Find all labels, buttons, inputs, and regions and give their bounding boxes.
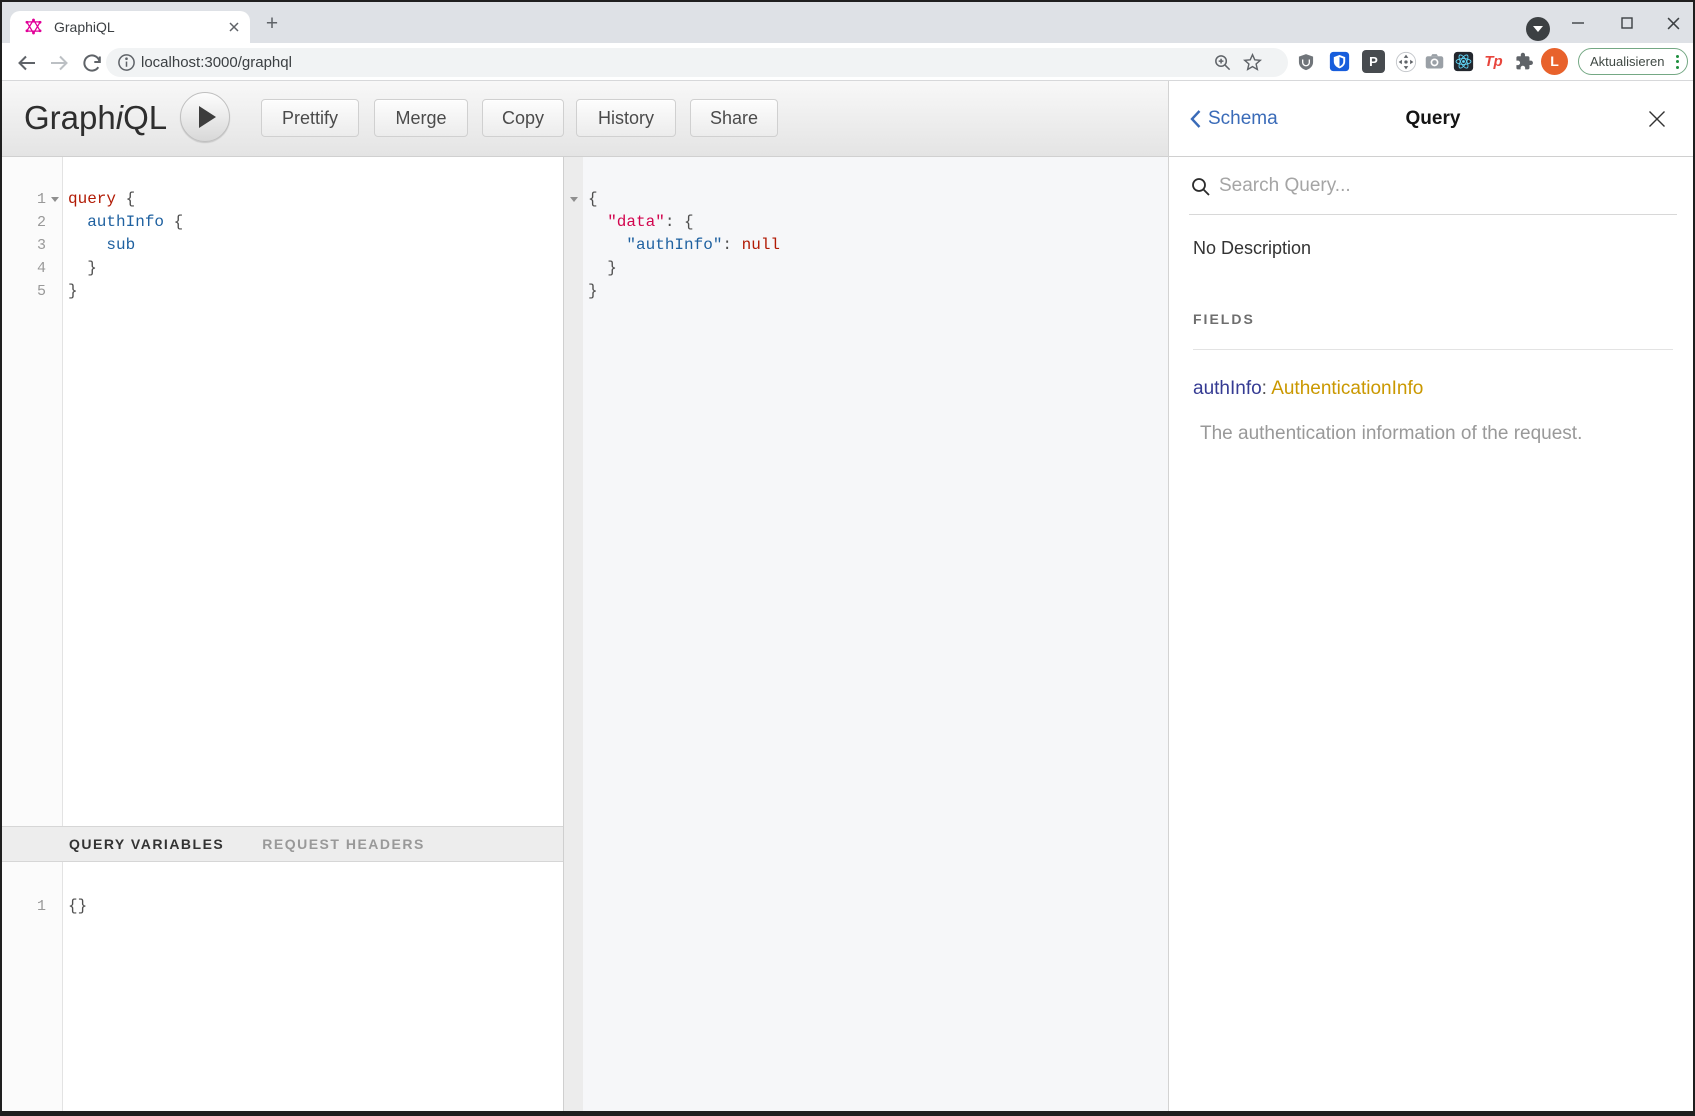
graphiql-logo: GraphiQL <box>24 81 167 155</box>
doc-search-row <box>1189 157 1677 215</box>
code-line: } <box>583 280 1168 303</box>
line-number: 5 <box>2 280 46 303</box>
pane-divider[interactable] <box>563 157 583 1113</box>
code-line: 5} <box>2 280 563 303</box>
field-description: The authentication information of the re… <box>1193 421 1673 446</box>
search-icon <box>1191 177 1211 197</box>
window-minimize-button[interactable] <box>1561 10 1595 36</box>
code-line: "data": { <box>583 211 1168 234</box>
type-name-link[interactable]: AuthenticationInfo <box>1271 378 1423 399</box>
update-browser-button[interactable]: Aktualisieren <box>1578 48 1688 75</box>
copy-button[interactable]: Copy <box>482 99 564 137</box>
line-number: 2 <box>2 211 46 234</box>
code-line: 2 authInfo { <box>2 211 563 234</box>
share-button[interactable]: Share <box>690 99 778 137</box>
execute-query-button[interactable] <box>180 92 230 142</box>
prettify-button[interactable]: Prettify <box>261 99 359 137</box>
url-text[interactable]: localhost:3000/graphql <box>141 48 292 77</box>
window-close-button[interactable] <box>1656 10 1690 36</box>
browser-toolbar: localhost:3000/graphql P Tp L Aktuali <box>2 43 1693 81</box>
ublock-extension-icon[interactable] <box>1294 50 1317 73</box>
history-button[interactable]: History <box>576 99 676 137</box>
field-name-link[interactable]: authInfo <box>1193 378 1262 399</box>
line-number: 4 <box>2 257 46 280</box>
code-line: "authInfo": null <box>583 234 1168 257</box>
tab-title: GraphiQL <box>54 19 115 35</box>
move-extension-icon[interactable] <box>1394 50 1417 73</box>
tab-close-icon[interactable] <box>228 21 240 33</box>
browser-window: GraphiQL + <box>0 0 1695 1116</box>
tab-strip: GraphiQL + <box>2 2 1693 43</box>
line-number: 1 <box>2 188 46 211</box>
page-info-icon[interactable] <box>117 53 136 72</box>
code-line: 1{} <box>2 895 563 918</box>
address-bar[interactable]: localhost:3000/graphql <box>106 48 1288 77</box>
result-viewer: { "data": { "authInfo": null }} <box>583 157 1168 1113</box>
bitwarden-extension-icon[interactable] <box>1328 50 1351 73</box>
doc-search-input[interactable] <box>1219 171 1649 201</box>
doc-close-icon[interactable] <box>1647 109 1667 129</box>
fold-column <box>46 234 63 257</box>
graphql-favicon-icon <box>25 18 42 35</box>
graphiql-topbar: GraphiQL Prettify Merge Copy History Sha… <box>2 81 1168 157</box>
code-line: { <box>583 188 1168 211</box>
code-line: 1query { <box>2 188 563 211</box>
forward-button[interactable] <box>47 51 71 75</box>
variables-section-bar: QUERY VARIABLES REQUEST HEADERS <box>2 826 563 862</box>
window-maximize-button[interactable] <box>1610 10 1644 36</box>
line-number: 1 <box>2 895 46 918</box>
merge-button[interactable]: Merge <box>374 99 468 137</box>
doc-explorer-title: Query <box>1169 81 1695 157</box>
browser-menu-icon[interactable] <box>1676 55 1679 69</box>
fields-divider <box>1193 349 1673 350</box>
play-icon <box>199 106 216 128</box>
tp-extension-icon[interactable]: Tp <box>1482 50 1505 73</box>
fold-column <box>46 257 63 280</box>
fold-icon[interactable] <box>46 188 63 211</box>
code-line: } <box>583 257 1168 280</box>
p-extension-icon[interactable]: P <box>1362 50 1385 73</box>
result-fold-icon[interactable] <box>570 197 578 202</box>
back-button[interactable] <box>15 51 39 75</box>
doc-explorer: Schema Query No Description FIELDS authI… <box>1168 81 1695 1113</box>
download-status-icon[interactable] <box>1526 17 1550 41</box>
fold-column <box>46 280 63 303</box>
doc-explorer-header: Schema Query <box>1169 81 1695 157</box>
line-number: 3 <box>2 234 46 257</box>
new-tab-button[interactable]: + <box>262 14 282 34</box>
fields-heading: FIELDS <box>1193 311 1673 327</box>
type-description: No Description <box>1193 236 1673 260</box>
tab-query-variables[interactable]: QUERY VARIABLES <box>69 836 224 852</box>
code-line: 4 } <box>2 257 563 280</box>
update-button-label: Aktualisieren <box>1590 54 1674 69</box>
camera-extension-icon[interactable] <box>1423 50 1446 73</box>
field-item: authInfo: AuthenticationInfo <box>1193 376 1673 401</box>
extensions-puzzle-icon[interactable] <box>1512 50 1535 73</box>
doc-explorer-contents: No Description FIELDS authInfo: Authenti… <box>1169 236 1695 446</box>
fold-column <box>46 211 63 234</box>
profile-avatar[interactable]: L <box>1541 48 1568 75</box>
reload-button[interactable] <box>80 51 104 75</box>
code-line: 3 sub <box>2 234 563 257</box>
tab-request-headers[interactable]: REQUEST HEADERS <box>262 836 425 852</box>
bookmark-star-icon[interactable] <box>1243 53 1262 72</box>
browser-tab[interactable]: GraphiQL <box>10 11 250 43</box>
fold-column <box>46 895 63 918</box>
zoom-icon[interactable] <box>1213 53 1232 72</box>
query-editor[interactable]: 1query {2 authInfo {3 sub4 }5} <box>2 157 563 826</box>
variables-editor[interactable]: 1{} <box>2 862 563 1113</box>
react-devtools-extension-icon[interactable] <box>1452 50 1475 73</box>
